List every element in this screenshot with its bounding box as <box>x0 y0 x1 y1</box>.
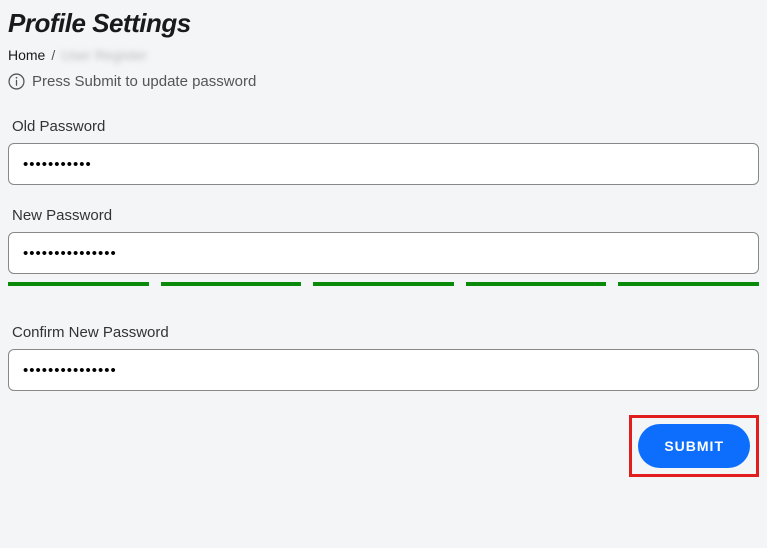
confirm-password-label: Confirm New Password <box>8 324 759 341</box>
confirm-password-group: Confirm New Password <box>8 324 759 391</box>
confirm-password-input[interactable] <box>8 349 759 391</box>
strength-bar-1 <box>8 282 149 286</box>
info-icon <box>8 73 25 90</box>
strength-bar-5 <box>618 282 759 286</box>
password-strength-meter <box>8 282 759 286</box>
submit-button[interactable]: SUBMIT <box>638 424 750 468</box>
old-password-group: Old Password <box>8 118 759 185</box>
new-password-input[interactable] <box>8 232 759 274</box>
old-password-input[interactable] <box>8 143 759 185</box>
info-message-row: Press Submit to update password <box>8 73 759 90</box>
old-password-label: Old Password <box>8 118 759 135</box>
new-password-label: New Password <box>8 207 759 224</box>
breadcrumb: Home / User Register <box>8 47 759 63</box>
submit-highlight-box: SUBMIT <box>629 415 759 477</box>
breadcrumb-separator: / <box>51 47 55 63</box>
strength-bar-4 <box>466 282 607 286</box>
breadcrumb-current: User Register <box>61 47 147 63</box>
strength-bar-2 <box>161 282 302 286</box>
button-row: SUBMIT <box>8 415 759 477</box>
info-message-text: Press Submit to update password <box>32 73 256 90</box>
strength-bar-3 <box>313 282 454 286</box>
breadcrumb-home-link[interactable]: Home <box>8 47 45 63</box>
page-title: Profile Settings <box>8 8 759 39</box>
new-password-group: New Password <box>8 207 759 286</box>
